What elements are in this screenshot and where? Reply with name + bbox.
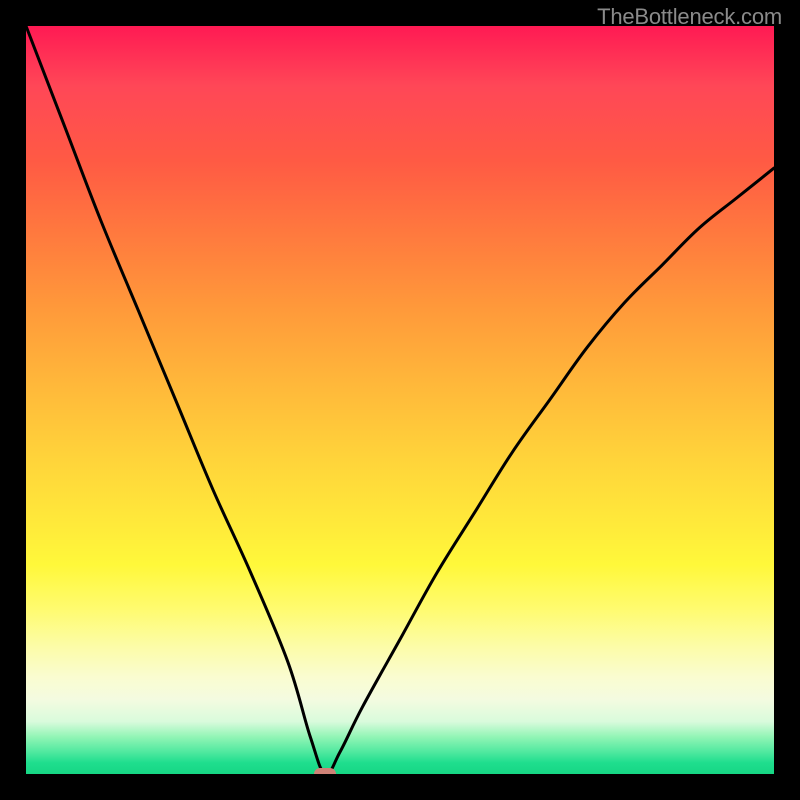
chart-container: TheBottleneck.com: [0, 0, 800, 800]
optimal-point-marker: [314, 768, 336, 774]
curve-path: [26, 26, 774, 774]
watermark-text: TheBottleneck.com: [597, 4, 782, 30]
bottleneck-curve: [26, 26, 774, 774]
plot-area: [26, 26, 774, 774]
